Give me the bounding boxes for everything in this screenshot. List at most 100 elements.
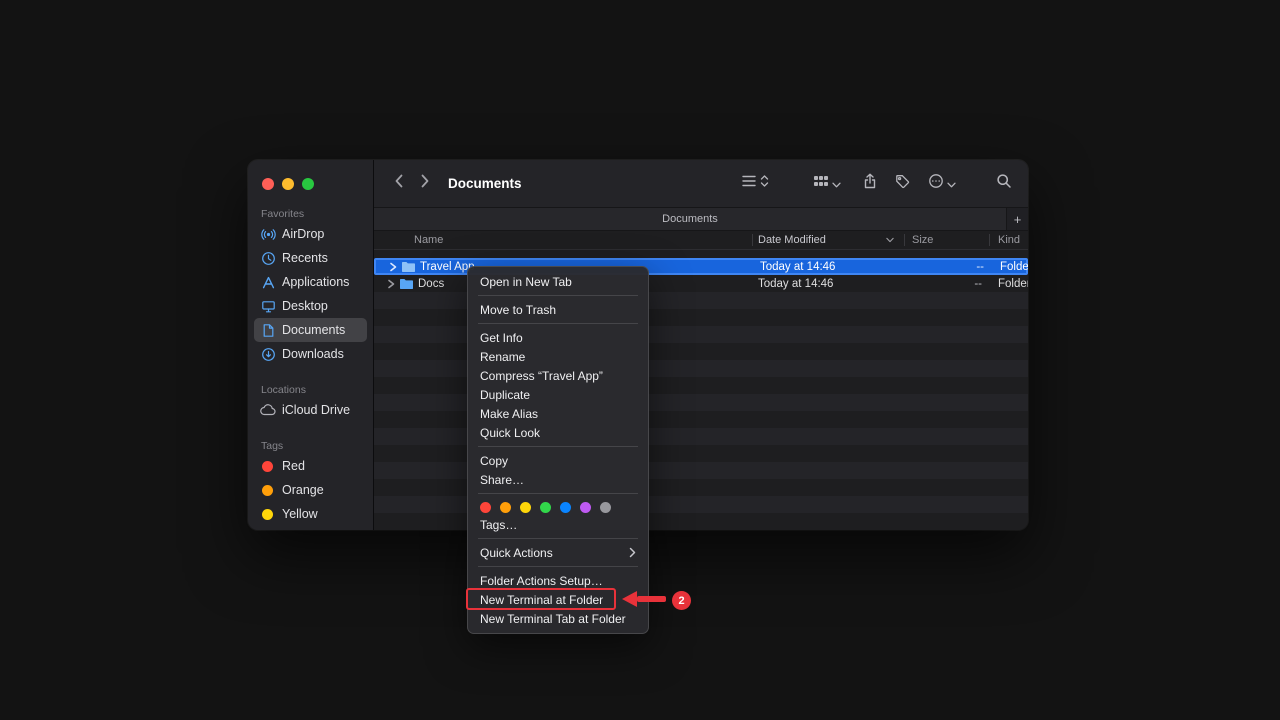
list-view-icon <box>741 174 757 193</box>
yellow-tag-icon <box>262 509 273 520</box>
share-button[interactable] <box>863 173 877 194</box>
window-title: Documents <box>448 176 522 191</box>
sidebar-section-favorites: Favorites <box>261 208 373 220</box>
column-size[interactable]: Size <box>912 234 933 246</box>
airdrop-icon <box>260 226 276 242</box>
sidebar-item-label: Orange <box>282 483 324 497</box>
arrow-shaft <box>637 596 666 602</box>
zoom-button[interactable] <box>302 178 314 190</box>
chevron-down-icon <box>947 175 956 193</box>
tags-button[interactable] <box>895 174 910 194</box>
sidebar-item-label: Desktop <box>282 299 328 313</box>
green-tag-dot[interactable] <box>540 502 551 513</box>
annotation-arrow-icon <box>622 591 666 607</box>
file-name: Docs <box>418 278 444 290</box>
menu-item-move-to-trash[interactable]: Move to Trash <box>468 300 648 319</box>
chevron-down-icon <box>832 175 841 193</box>
orange-tag-icon <box>262 485 273 496</box>
orange-tag-dot[interactable] <box>500 502 511 513</box>
sidebar-item-icloud-drive[interactable]: iCloud Drive <box>254 398 367 422</box>
sidebar-item-downloads[interactable]: Downloads <box>254 342 367 366</box>
context-menu: Open in New Tab Move to Trash Get Info R… <box>467 266 649 634</box>
file-date: Today at 14:46 <box>758 278 833 290</box>
column-divider <box>904 234 905 246</box>
red-tag-dot[interactable] <box>480 502 491 513</box>
menu-separator <box>478 323 638 324</box>
sidebar-item-label: Documents <box>282 323 345 337</box>
sidebar-item-desktop[interactable]: Desktop <box>254 294 367 318</box>
sidebar-item-tag-green[interactable]: Green <box>254 526 367 530</box>
column-label: Date Modified <box>758 234 826 246</box>
menu-item-open-in-new-tab[interactable]: Open in New Tab <box>468 272 648 291</box>
purple-tag-dot[interactable] <box>580 502 591 513</box>
menu-separator <box>478 538 638 539</box>
menu-item-duplicate[interactable]: Duplicate <box>468 385 648 404</box>
yellow-tag-dot[interactable] <box>520 502 531 513</box>
menu-item-make-alias[interactable]: Make Alias <box>468 404 648 423</box>
folder-icon <box>401 261 416 273</box>
group-grid-icon <box>813 175 829 193</box>
chevron-up-down-icon <box>760 174 769 193</box>
document-icon <box>260 322 276 338</box>
desktop-icon <box>260 298 276 314</box>
file-size: -- <box>906 261 984 273</box>
sidebar-item-documents[interactable]: Documents <box>254 318 367 342</box>
menu-item-quick-look[interactable]: Quick Look <box>468 423 648 442</box>
menu-item-new-terminal-at-folder[interactable]: New Terminal at Folder <box>468 590 648 609</box>
tab-documents[interactable]: Documents <box>374 208 1006 230</box>
file-kind: Folder <box>1000 261 1028 273</box>
blue-tag-dot[interactable] <box>560 502 571 513</box>
menu-item-label: Quick Actions <box>480 546 553 560</box>
disclosure-chevron-icon[interactable] <box>389 262 397 272</box>
more-actions-button[interactable] <box>928 173 956 194</box>
disclosure-chevron-icon[interactable] <box>387 279 395 289</box>
forward-button[interactable] <box>412 171 438 197</box>
chevron-left-icon <box>393 173 405 194</box>
red-tag-icon <box>262 461 273 472</box>
menu-item-share[interactable]: Share… <box>468 470 648 489</box>
sidebar-item-tag-yellow[interactable]: Yellow <box>254 502 367 526</box>
sidebar-item-label: AirDrop <box>282 227 324 241</box>
applications-icon <box>260 274 276 290</box>
sidebar-item-applications[interactable]: Applications <box>254 270 367 294</box>
folder-icon <box>399 278 414 290</box>
menu-item-copy[interactable]: Copy <box>468 451 648 470</box>
chevron-right-icon <box>419 173 431 194</box>
sidebar-item-tag-orange[interactable]: Orange <box>254 478 367 502</box>
menu-separator <box>478 295 638 296</box>
menu-item-folder-actions-setup[interactable]: Folder Actions Setup… <box>468 571 648 590</box>
menu-item-get-info[interactable]: Get Info <box>468 328 648 347</box>
menu-item-tags[interactable]: Tags… <box>468 515 648 534</box>
column-kind[interactable]: Kind <box>998 234 1020 246</box>
view-options-button[interactable] <box>741 174 769 193</box>
menu-item-rename[interactable]: Rename <box>468 347 648 366</box>
window-controls <box>248 178 373 190</box>
sidebar-item-label: Yellow <box>282 507 318 521</box>
close-button[interactable] <box>262 178 274 190</box>
gray-tag-dot[interactable] <box>600 502 611 513</box>
sidebar-item-tag-red[interactable]: Red <box>254 454 367 478</box>
tag-icon <box>895 174 910 194</box>
toolbar: Documents <box>374 160 1028 207</box>
sidebar-item-label: iCloud Drive <box>282 403 350 417</box>
ellipsis-circle-icon <box>928 173 944 194</box>
file-size: -- <box>904 278 982 290</box>
menu-item-compress[interactable]: Compress “Travel App” <box>468 366 648 385</box>
arrow-head <box>622 591 637 607</box>
sidebar-item-airdrop[interactable]: AirDrop <box>254 222 367 246</box>
group-button[interactable] <box>813 175 841 193</box>
column-name[interactable]: Name <box>414 234 443 246</box>
sidebar-section-tags: Tags <box>261 440 373 452</box>
sidebar: Favorites AirDrop Recents Applications D… <box>248 160 374 530</box>
file-kind: Folder <box>998 278 1028 290</box>
minimize-button[interactable] <box>282 178 294 190</box>
menu-item-quick-actions[interactable]: Quick Actions <box>468 543 648 562</box>
sidebar-item-label: Applications <box>282 275 349 289</box>
file-date: Today at 14:46 <box>760 261 835 273</box>
sidebar-item-recents[interactable]: Recents <box>254 246 367 270</box>
column-date-modified[interactable]: Date Modified <box>758 234 826 246</box>
search-button[interactable] <box>996 173 1012 194</box>
menu-item-new-terminal-tab-at-folder[interactable]: New Terminal Tab at Folder <box>468 609 648 628</box>
back-button[interactable] <box>386 171 412 197</box>
new-tab-button[interactable]: + <box>1006 208 1028 230</box>
